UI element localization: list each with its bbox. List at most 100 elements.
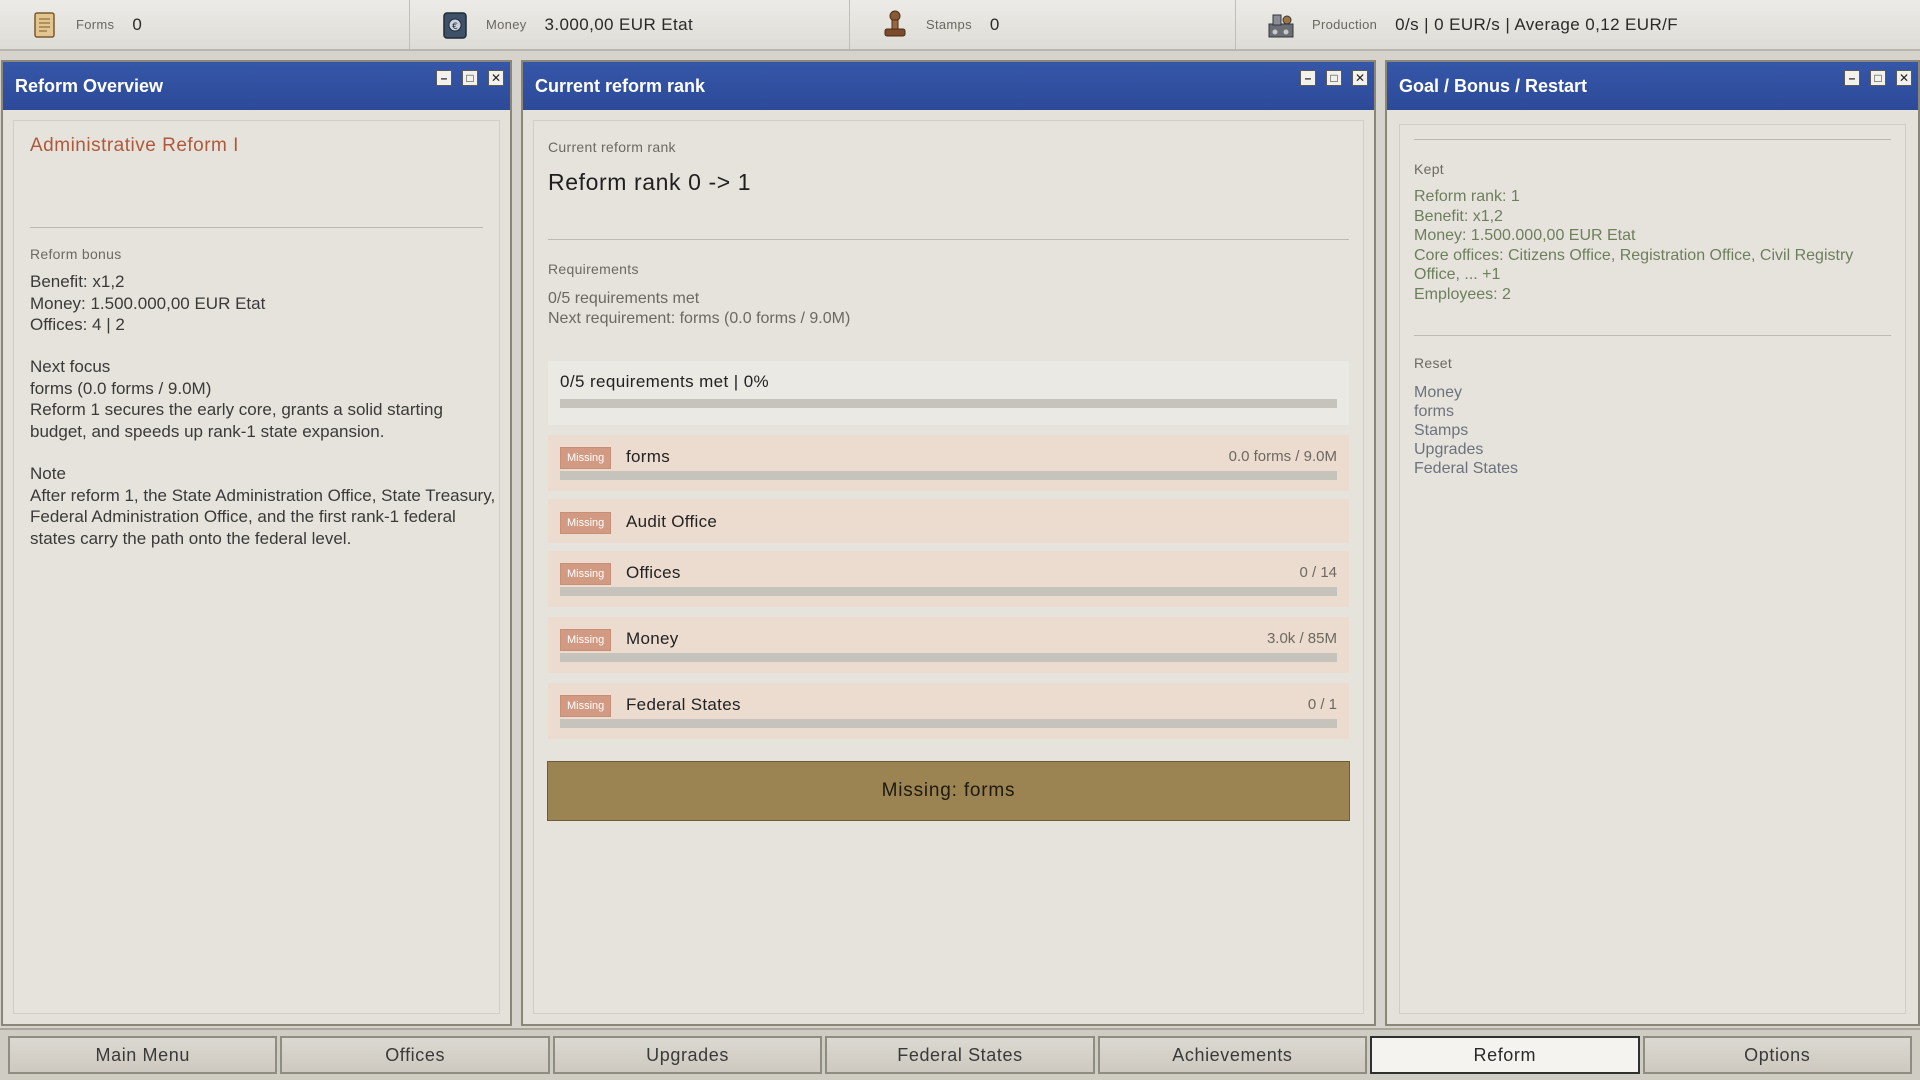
tab-options[interactable]: Options — [1642, 1036, 1912, 1074]
minimize-button[interactable]: – — [1844, 70, 1860, 86]
kept-line: Employees: 2 — [1414, 285, 1511, 303]
missing-badge: Missing — [560, 563, 612, 585]
panel-content: Administrative Reform I Reform bonus Ben… — [13, 120, 500, 1014]
minimize-button[interactable]: – — [436, 70, 452, 86]
maximize-button[interactable]: □ — [1326, 70, 1342, 86]
current-rank-label: Current reform rank — [548, 139, 676, 155]
requirement-amount: 0.0 forms / 9.0M — [1228, 448, 1337, 465]
reform-bonus-label: Reform bonus — [30, 246, 122, 262]
requirements-summary-text: 0/5 requirements met Next requirement: f… — [548, 289, 850, 329]
panel-titlebar[interactable]: Reform Overview – □ ✕ — [3, 62, 510, 110]
close-icon: ✕ — [1354, 71, 1366, 85]
production-label: Production — [1312, 17, 1378, 32]
bonus-line: Offices: 4 | 2 — [30, 315, 125, 334]
requirements-label: Requirements — [548, 261, 639, 277]
minimize-icon: – — [440, 71, 448, 85]
next-focus-heading: Next focus — [30, 357, 111, 376]
panel-titlebar[interactable]: Goal / Bonus / Restart – □ ✕ — [1387, 62, 1918, 110]
stamps-resource: Stamps 0 — [850, 0, 1236, 49]
money-book-icon: € — [443, 11, 467, 39]
focus-line: forms (0.0 forms / 9.0M) — [30, 378, 212, 398]
focus-line: Reform 1 secures the early core, grants … — [30, 400, 443, 441]
kept-list: Reform rank: 1 Benefit: x1,2 Money: 1.50… — [1414, 187, 1894, 305]
close-button[interactable]: ✕ — [488, 70, 504, 86]
requirement-row: Missing Audit Office — [548, 499, 1349, 543]
requirement-amount: 0 / 1 — [1307, 696, 1337, 713]
requirement-progress-bar — [560, 471, 1337, 480]
reset-line: forms — [1414, 403, 1454, 420]
missing-badge: Missing — [560, 629, 612, 651]
note-text: After reform 1, the State Administration… — [30, 485, 496, 548]
reset-list: Money forms Stamps Upgrades Federal Stat… — [1414, 383, 1518, 478]
stamps-label: Stamps — [926, 17, 972, 32]
goal-bonus-restart-panel: Goal / Bonus / Restart – □ ✕ Kept Reform… — [1385, 60, 1920, 1026]
divider — [30, 227, 483, 228]
requirement-progress-bar — [560, 587, 1337, 596]
money-resource: € Money 3.000,00 EUR Etat — [410, 0, 850, 49]
maximize-button[interactable]: □ — [1870, 70, 1886, 86]
minimize-icon: – — [1848, 71, 1856, 85]
forms-resource: Forms 0 — [0, 0, 410, 49]
tab-reform[interactable]: Reform — [1370, 1036, 1640, 1074]
panel-content: Current reform rank Reform rank 0 -> 1 R… — [533, 120, 1364, 1014]
reset-line: Money — [1414, 384, 1463, 401]
tab-achievements[interactable]: Achievements — [1097, 1036, 1368, 1074]
requirement-name: forms — [626, 447, 670, 466]
tab-upgrades[interactable]: Upgrades — [552, 1036, 823, 1074]
close-button[interactable]: ✕ — [1896, 70, 1912, 86]
requirement-row: Missing Federal States 0 / 1 — [548, 683, 1349, 739]
stamps-value: 0 — [989, 14, 1000, 34]
tab-main-menu[interactable]: Main Menu — [8, 1036, 278, 1074]
missing-badge: Missing — [560, 447, 612, 469]
note-heading: Note — [30, 464, 66, 483]
missing-badge: Missing — [560, 695, 612, 717]
summary-text: 0/5 requirements met | 0% — [560, 372, 770, 391]
reset-line: Federal States — [1414, 460, 1519, 477]
maximize-button[interactable]: □ — [462, 70, 478, 86]
panel-titlebar[interactable]: Current reform rank – □ ✕ — [523, 62, 1374, 110]
divider — [548, 239, 1349, 240]
maximize-icon: □ — [466, 71, 474, 85]
divider — [1414, 335, 1891, 336]
requirements-progress-box: 0/5 requirements met | 0% — [548, 361, 1349, 425]
minimize-icon: – — [1304, 71, 1312, 85]
requirement-name: Federal States — [626, 695, 741, 714]
rank-value: Reform rank 0 -> 1 — [548, 169, 752, 195]
panel-title: Current reform rank — [535, 75, 706, 96]
bottom-navigation: Main Menu Offices Upgrades Federal State… — [0, 1028, 1920, 1080]
current-reform-rank-panel: Current reform rank – □ ✕ Current reform… — [521, 60, 1376, 1026]
requirement-amount: 0 / 14 — [1299, 564, 1337, 581]
requirement-amount: 3.0k / 85M — [1266, 630, 1337, 647]
reform-action-button[interactable]: Missing: forms — [547, 761, 1350, 821]
requirement-progress-bar — [560, 719, 1337, 728]
reset-label: Reset — [1414, 355, 1453, 371]
note-section: Note After reform 1, the State Administr… — [30, 463, 500, 549]
kept-line: Benefit: x1,2 — [1414, 207, 1503, 225]
maximize-icon: □ — [1330, 71, 1338, 85]
close-button[interactable]: ✕ — [1352, 70, 1368, 86]
requirement-row: Missing Money 3.0k / 85M — [548, 617, 1349, 673]
next-req-text: Next requirement: forms (0.0 forms / 9.0… — [548, 310, 851, 327]
tab-federal-states[interactable]: Federal States — [825, 1036, 1095, 1074]
machine-icon — [1268, 14, 1294, 37]
requirement-name: Money — [626, 629, 679, 648]
requirement-name: Offices — [626, 563, 681, 582]
minimize-button[interactable]: – — [1300, 70, 1316, 86]
reset-line: Upgrades — [1414, 441, 1484, 458]
close-icon: ✕ — [490, 71, 502, 85]
requirement-progress-bar — [560, 653, 1337, 662]
req-met-text: 0/5 requirements met — [548, 290, 700, 307]
next-focus-section: Next focus forms (0.0 forms / 9.0M) Refo… — [30, 356, 500, 442]
money-label: Money — [486, 17, 527, 32]
requirement-row: Missing forms 0.0 forms / 9.0M — [548, 435, 1349, 491]
tab-offices[interactable]: Offices — [280, 1036, 550, 1074]
close-icon: ✕ — [1898, 71, 1910, 85]
reset-line: Stamps — [1414, 422, 1469, 439]
summary-progress-bar — [560, 399, 1337, 408]
kept-line: Reform rank: 1 — [1414, 188, 1520, 205]
forms-label: Forms — [76, 17, 115, 32]
kept-line: Core offices: Citizens Office, Registrat… — [1414, 246, 1854, 284]
svg-text:€: € — [452, 22, 458, 32]
forms-value: 0 — [132, 14, 143, 34]
resource-bar: Forms 0 € Money 3.000,00 EUR Etat Stamps… — [0, 0, 1920, 51]
